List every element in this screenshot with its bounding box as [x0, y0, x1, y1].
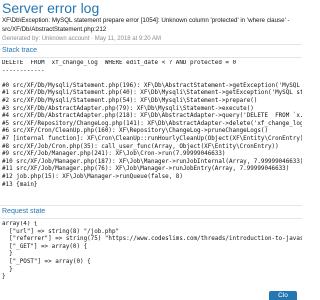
divider	[0, 205, 302, 206]
code-line: }	[2, 251, 13, 258]
code-line: #6 src/XF/Cron/CleanUp.php(160): XF\Repo…	[2, 128, 268, 135]
error-location: src/XF/Db/AbstractStatement.php:212	[2, 26, 107, 33]
request-state: array(4) { ["url"] => string(8) "/job.ph…	[2, 221, 302, 282]
code-line: #11 src/XF/Job/Manager.php(76): XF\Job\M…	[2, 166, 290, 173]
code-line: #5 src/XF/Repository/ChangeLog.php(141):…	[2, 120, 302, 127]
request-state-heading: Request state	[2, 208, 46, 215]
code-line: }	[2, 274, 6, 281]
stack-trace-heading: Stack trace	[2, 47, 38, 54]
code-line: ["referrer"] => string(75) "https://www.…	[9, 236, 302, 243]
page-title: Server error log	[2, 0, 100, 16]
code-line: #0 src/XF/Db/Mysqli/Statement.php(196): …	[2, 82, 300, 89]
divider	[0, 218, 302, 219]
error-meta: Generated by: Unknown account · May 11, …	[2, 36, 161, 42]
code-line: #10 src/XF/Job/Manager.php(187): XF\Job\…	[2, 158, 302, 165]
code-line: #12 job.php(15): XF\Job\Manager->runQueu…	[2, 173, 183, 180]
code-line: ------------	[2, 67, 45, 74]
code-line: ["_POST"] => array(0) {	[2, 258, 91, 265]
stack-trace: DELETE FROM `xf_change_log` WHERE edit_d…	[2, 60, 302, 189]
code-line: #2 src/XF/Db/Mysqli/Statement.php(54): X…	[2, 97, 258, 104]
divider	[0, 57, 302, 58]
code-line: #7 [internal function]: XF\Cron\CleanUp:…	[2, 135, 302, 142]
code-line: #4 src/XF/Db/AbstractAdapter.php(218): X…	[2, 113, 302, 120]
code-line: #9 src/XF/Job/Manager.php(241): XF\Job\C…	[2, 151, 226, 158]
code-line: ["url"] => string(8) "/job.php"	[2, 228, 120, 235]
code-line: #8 src/XF/Job/Cron.php(35): call_user_fu…	[2, 143, 279, 150]
code-line: array(4) {	[2, 221, 38, 227]
error-message: XF\Db\Exception: MySQL statement prepare…	[2, 17, 290, 24]
divider	[0, 44, 302, 45]
code-line: #3 src/XF/Db/AbstractAdapter.php(79): XF…	[2, 105, 254, 112]
code-line: ["_GET"] => array(0) {	[2, 243, 88, 250]
close-button[interactable]: Clo	[269, 291, 297, 300]
code-line: DELETE FROM `xf_change_log` WHERE edit_d…	[2, 60, 237, 66]
code-line: }	[2, 266, 13, 273]
code-line: #13 {main}	[2, 181, 38, 188]
code-line: #1 src/XF/Db/Mysqli/Statement.php(40): X…	[2, 90, 302, 97]
